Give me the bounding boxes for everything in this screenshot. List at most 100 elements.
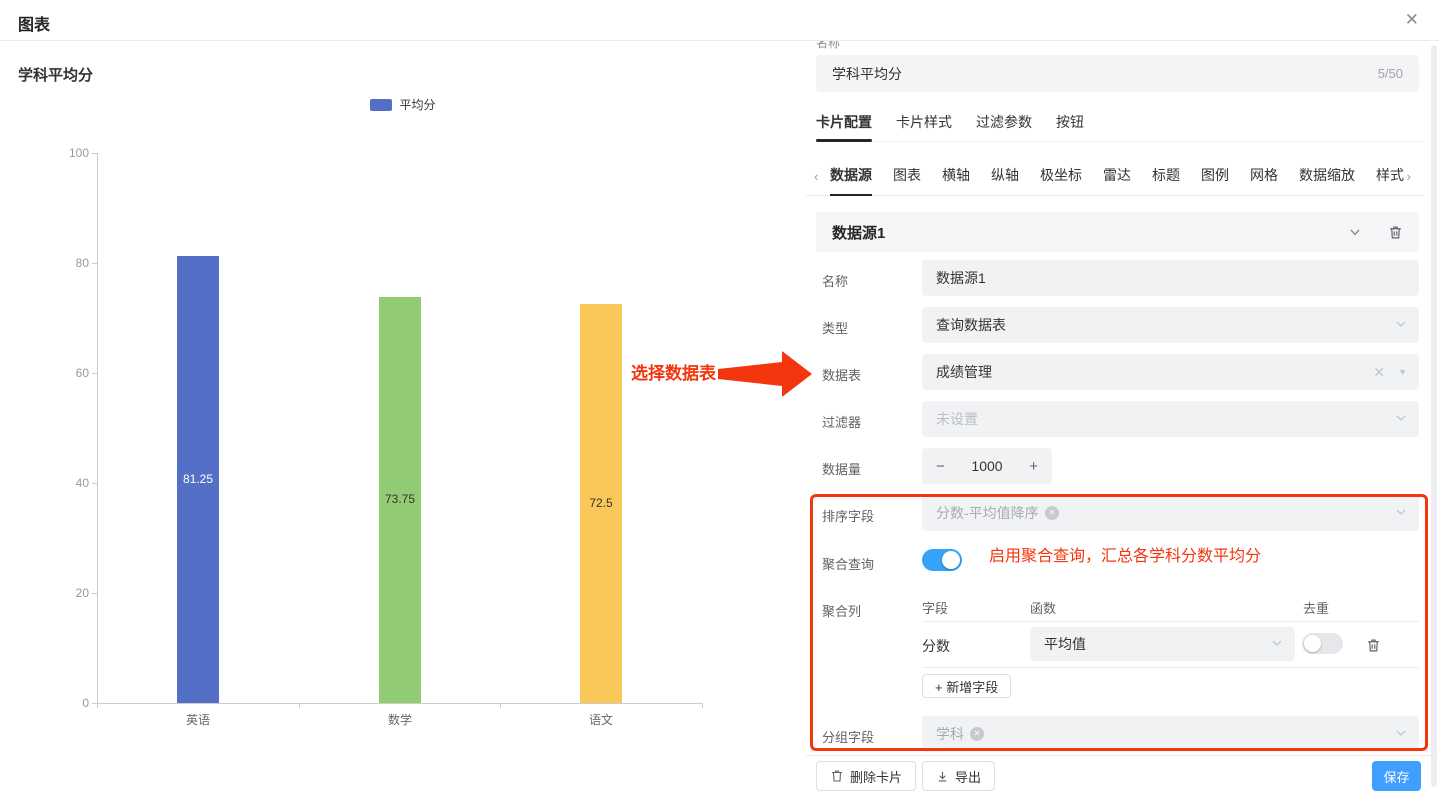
card-tab-1[interactable]: 卡片样式 [896, 112, 952, 141]
chevron-down-icon [1395, 411, 1407, 427]
card-name-input[interactable]: 学科平均分 5/50 [816, 55, 1419, 92]
subtab-10[interactable]: 样式 [1376, 165, 1404, 196]
y-tick-label: 0 [55, 696, 89, 710]
card-name-label: 名称 [816, 41, 840, 51]
save-button[interactable]: 保存 [1372, 761, 1421, 791]
source-type-value: 查询数据表 [936, 315, 1006, 335]
distinct-toggle[interactable] [1302, 633, 1343, 654]
delete-card-button[interactable]: 删除卡片 [816, 761, 916, 791]
y-tick-label: 80 [55, 256, 89, 270]
card-name-value: 学科平均分 [832, 64, 902, 84]
aggregate-query-toggle[interactable] [922, 549, 962, 571]
source-filter-label: 过滤器 [822, 412, 861, 431]
chart-legend[interactable]: 平均分 [0, 96, 806, 113]
chevron-down-icon [1271, 636, 1283, 652]
x-category-label: 语文 [561, 711, 641, 728]
card-tab-0[interactable]: 卡片配置 [816, 112, 872, 141]
card-tab-2[interactable]: 过滤参数 [976, 112, 1032, 141]
y-tick-mark [92, 373, 97, 374]
add-field-button[interactable]: + 新增字段 [922, 674, 1011, 698]
trash-icon [830, 769, 844, 783]
subtab-0[interactable]: 数据源 [830, 165, 872, 196]
y-tick-mark [92, 153, 97, 154]
subtab-5[interactable]: 雷达 [1103, 165, 1131, 196]
clear-icon[interactable]: ✕ [1373, 364, 1385, 381]
x-tick-mark [702, 703, 703, 708]
legend-label: 平均分 [399, 96, 435, 113]
stepper-plus-button[interactable]: + [1029, 458, 1038, 475]
sort-tag-label: 分数-平均值降序 [936, 503, 1039, 523]
subtab-6[interactable]: 标题 [1152, 165, 1180, 196]
source-name-value: 数据源1 [936, 268, 986, 288]
y-tick-label: 60 [55, 366, 89, 380]
subtab-4[interactable]: 极坐标 [1040, 165, 1082, 196]
stepper-value[interactable]: 1000 [971, 458, 1002, 474]
chart-preview-panel: 学科平均分 平均分 02040608010081.25英语73.75数学72.5… [0, 41, 806, 791]
chevron-down-icon[interactable] [1348, 225, 1362, 239]
delete-card-label: 删除卡片 [850, 767, 902, 786]
source-table-select[interactable]: 成绩管理 ✕ ▼ [922, 354, 1419, 390]
bar-value-label: 73.75 [379, 492, 421, 506]
subtab-3[interactable]: 纵轴 [991, 165, 1019, 196]
x-tick-mark [97, 703, 98, 708]
x-category-label: 数学 [360, 711, 440, 728]
export-button[interactable]: 导出 [922, 761, 995, 791]
subtab-prev-icon[interactable]: ‹ [814, 169, 818, 184]
config-panel: 名称 学科平均分 5/50 卡片配置卡片样式过滤参数按钮 ‹ 数据源图表横轴纵轴… [806, 41, 1439, 791]
agg-func-select[interactable]: 平均值 [1030, 627, 1295, 661]
bar-value-label: 72.5 [580, 496, 622, 510]
subtabs: 数据源图表横轴纵轴极坐标雷达标题图例网格数据缩放样式提示 [830, 165, 1408, 196]
limit-stepper: − 1000 + [922, 448, 1052, 484]
source-table-label: 数据表 [822, 365, 861, 384]
agg-func-value: 平均值 [1044, 634, 1086, 654]
tag-remove-icon[interactable]: ✕ [970, 727, 984, 741]
footer-bar: 删除卡片 导出 保存 [806, 755, 1439, 791]
trash-icon[interactable] [1388, 225, 1403, 240]
trash-icon[interactable] [1366, 638, 1381, 653]
source-name-label: 名称 [822, 271, 848, 290]
scrollbar[interactable] [1431, 45, 1437, 787]
agg-row-field: 分数 [922, 636, 950, 656]
modal-header: 图表 ✕ [0, 0, 1439, 41]
subtab-9[interactable]: 数据缩放 [1299, 165, 1355, 196]
subtab-next-icon[interactable]: › [1407, 169, 1411, 184]
agg-col-func-header: 函数 [1030, 598, 1056, 617]
sort-field-label: 排序字段 [822, 506, 874, 525]
x-tick-mark [299, 703, 300, 708]
modal-title: 图表 [18, 11, 50, 35]
chevron-down-icon [1395, 726, 1407, 742]
source-limit-label: 数据量 [822, 459, 861, 478]
caret-down-icon: ▼ [1398, 367, 1407, 377]
subtab-8[interactable]: 网格 [1250, 165, 1278, 196]
subtab-7[interactable]: 图例 [1201, 165, 1229, 196]
bar-value-label: 81.25 [177, 472, 219, 486]
group-field-label: 分组字段 [822, 727, 874, 746]
chevron-down-icon [1395, 317, 1407, 333]
x-axis [97, 703, 702, 704]
close-icon[interactable]: ✕ [1405, 10, 1419, 30]
divider [922, 667, 1419, 668]
datasource-card-header[interactable]: 数据源1 [816, 212, 1419, 252]
group-field-select[interactable]: 学科 ✕ [922, 716, 1419, 752]
chart-title: 学科平均分 [18, 64, 93, 85]
group-tag: 学科 ✕ [936, 724, 984, 744]
tag-remove-icon[interactable]: ✕ [1045, 506, 1059, 520]
char-counter: 5/50 [1378, 66, 1403, 81]
subtab-1[interactable]: 图表 [893, 165, 921, 196]
source-filter-select[interactable]: 未设置 [922, 401, 1419, 437]
source-name-input[interactable]: 数据源1 [922, 260, 1419, 296]
sort-field-select[interactable]: 分数-平均值降序 ✕ [922, 495, 1419, 531]
stepper-minus-button[interactable]: − [936, 458, 945, 475]
datasource-title: 数据源1 [832, 222, 885, 243]
y-tick-mark [92, 593, 97, 594]
source-type-label: 类型 [822, 318, 848, 337]
y-tick-label: 100 [55, 146, 89, 160]
card-tab-3[interactable]: 按钮 [1056, 112, 1084, 141]
card-tabs: 卡片配置卡片样式过滤参数按钮 [816, 112, 1423, 142]
x-tick-mark [500, 703, 501, 708]
source-type-select[interactable]: 查询数据表 [922, 307, 1419, 343]
subtab-2[interactable]: 横轴 [942, 165, 970, 196]
download-icon [936, 770, 949, 783]
y-axis [97, 153, 98, 703]
source-filter-placeholder: 未设置 [936, 409, 978, 429]
